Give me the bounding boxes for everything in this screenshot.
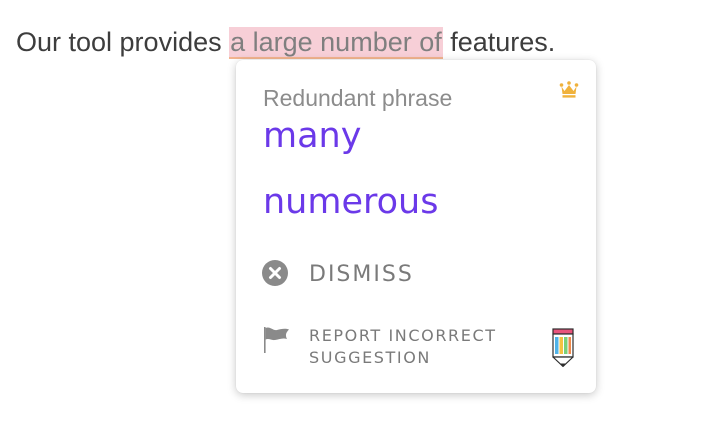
suggestion-numerous[interactable]: numerous [263,181,438,223]
suggestion-popup: Redundant phrase many numerous DISMISS R… [236,60,596,393]
pencil-logo-icon [552,328,574,368]
crown-icon [559,81,579,98]
editor-sentence[interactable]: Our tool provides a large number of feat… [16,24,555,60]
suggestion-many[interactable]: many [263,115,361,157]
report-label: REPORT INCORRECT SUGGESTION [309,326,497,367]
flag-icon [264,327,289,353]
report-incorrect-suggestion-button[interactable]: REPORT INCORRECT SUGGESTION [261,325,539,369]
highlighted-phrase[interactable]: a large number of [229,27,443,59]
dismiss-button[interactable]: DISMISS [261,259,414,290]
sentence-text-before: Our tool provides [16,27,230,57]
popup-title: Redundant phrase [263,85,453,111]
dismiss-label: DISMISS [309,262,414,287]
sentence-text-after: features. [442,27,556,57]
close-circle-icon [262,260,288,286]
